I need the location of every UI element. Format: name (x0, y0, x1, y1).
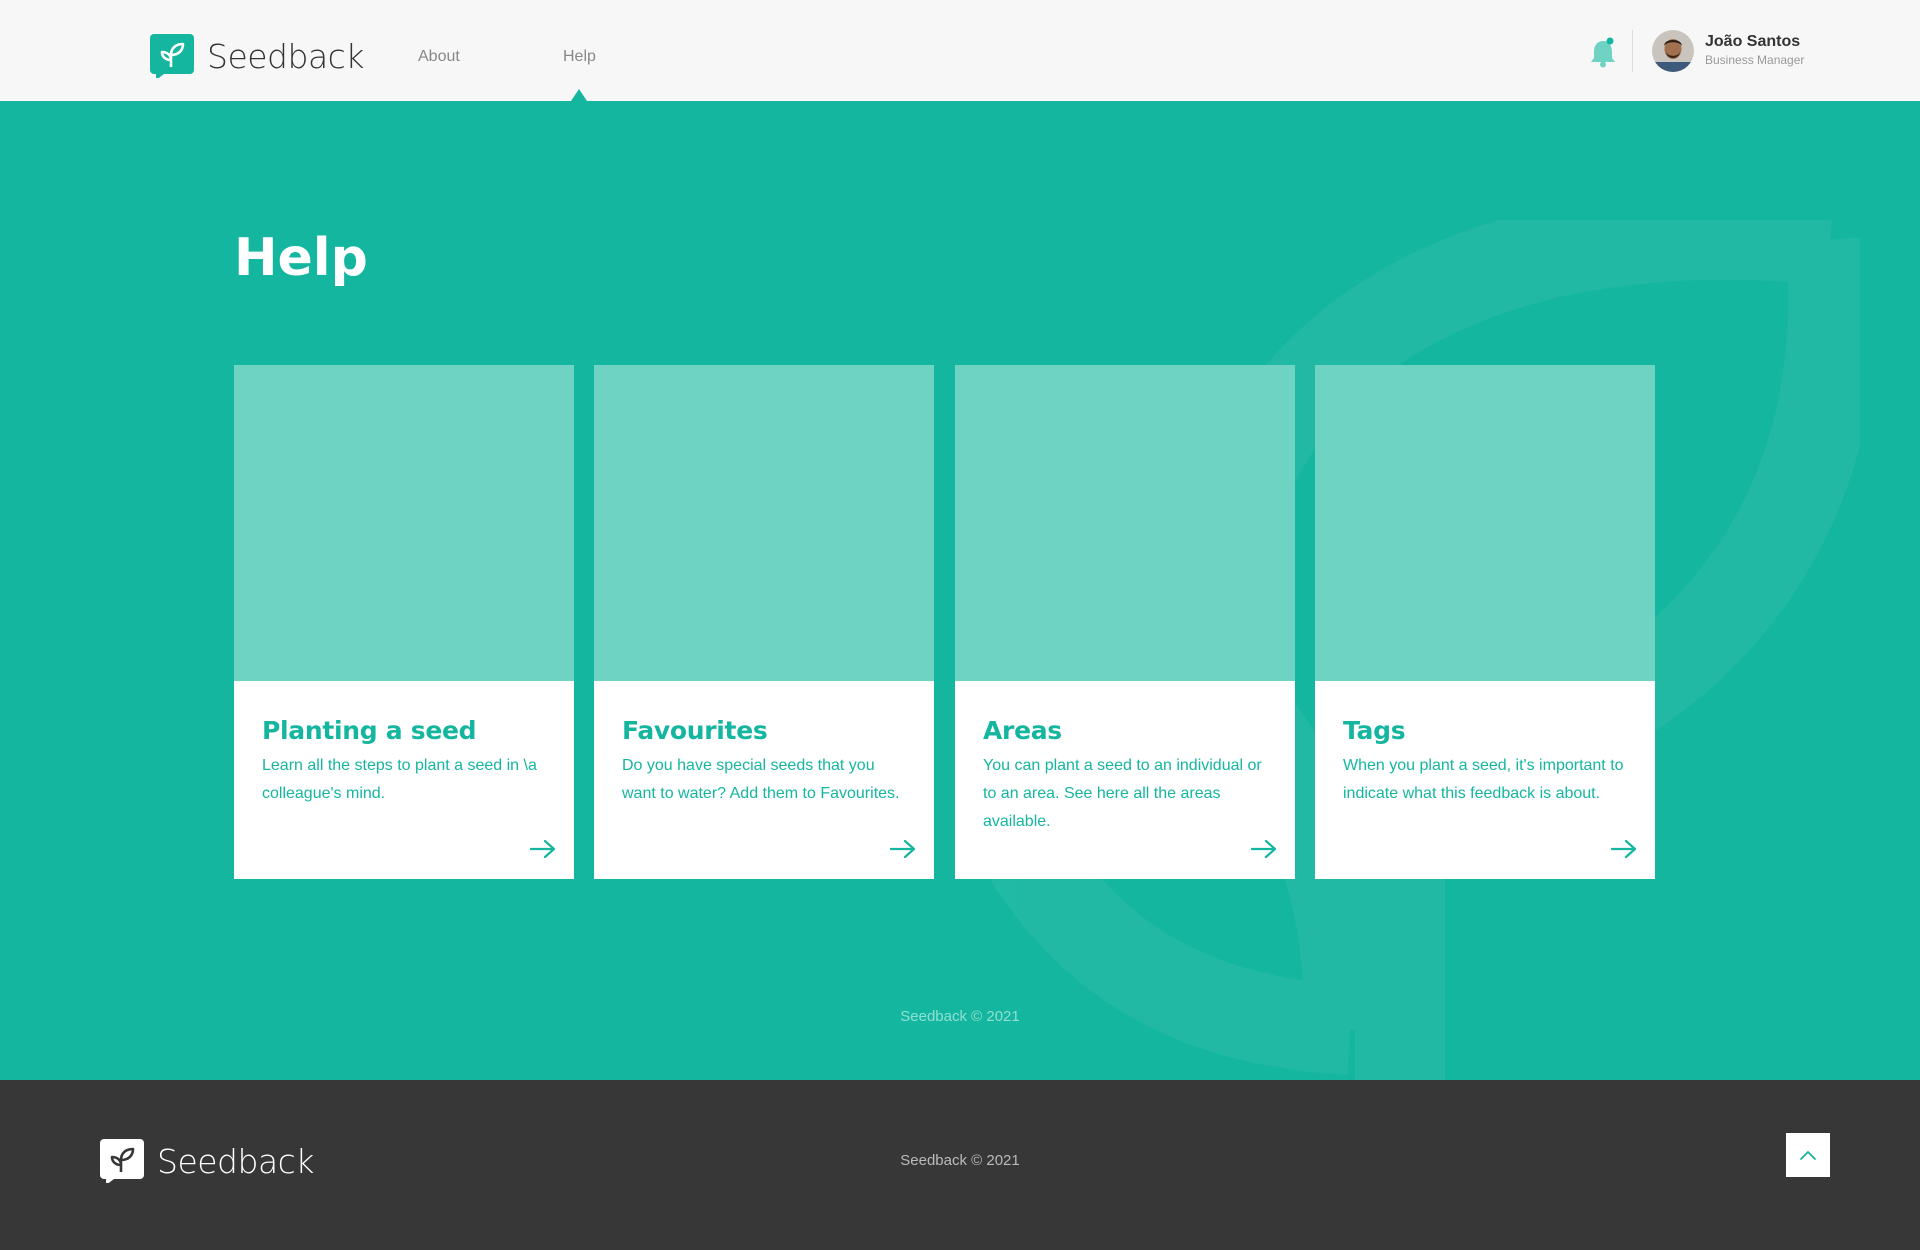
nav-item-help[interactable]: Help (563, 48, 596, 66)
card-description: You can plant a seed to an individual or… (983, 757, 1262, 830)
nav-item-about[interactable]: About (418, 48, 460, 66)
footer-copyright: Seedback © 2021 (900, 1152, 1020, 1169)
notification-bell-icon[interactable] (1590, 36, 1616, 68)
top-header: Seedback About Help João Santos Business… (0, 0, 1920, 101)
card-image-placeholder (234, 365, 574, 681)
help-card-areas[interactable]: Areas You can plant a seed to an individ… (955, 365, 1295, 879)
page-footer: Seedback Seedback © 2021 (0, 1080, 1920, 1250)
main-copyright: Seedback © 2021 (900, 1008, 1020, 1025)
card-title: Tags (1343, 716, 1406, 745)
arrow-right-icon[interactable] (530, 839, 556, 859)
active-nav-indicator (571, 89, 587, 101)
arrow-right-icon[interactable] (1251, 839, 1277, 859)
card-image-placeholder (1315, 365, 1655, 681)
avatar[interactable] (1652, 30, 1694, 72)
arrow-right-icon[interactable] (890, 839, 916, 859)
card-image-placeholder (955, 365, 1295, 681)
brand-name: Seedback (207, 36, 364, 76)
card-title: Areas (983, 716, 1062, 745)
card-description: Do you have special seeds that you want … (622, 757, 900, 802)
brand-logo[interactable]: Seedback (150, 34, 364, 78)
help-card-favourites[interactable]: Favourites Do you have special seeds tha… (594, 365, 934, 879)
card-description: When you plant a seed, it's important to… (1343, 757, 1624, 802)
help-card-tags[interactable]: Tags When you plant a seed, it's importa… (1315, 365, 1655, 879)
user-name[interactable]: João Santos (1705, 33, 1800, 51)
help-card-planting-a-seed[interactable]: Planting a seed Learn all the steps to p… (234, 365, 574, 879)
seedback-logo-icon (150, 34, 194, 78)
card-description: Learn all the steps to plant a seed in \… (262, 757, 537, 802)
card-title: Planting a seed (262, 716, 477, 745)
card-image-placeholder (594, 365, 934, 681)
chevron-up-icon (1800, 1151, 1816, 1160)
page-title: Help (234, 228, 368, 288)
user-avatar-icon (1652, 30, 1694, 72)
arrow-right-icon[interactable] (1611, 839, 1637, 859)
user-role: Business Manager (1705, 53, 1805, 67)
header-divider (1632, 30, 1633, 72)
back-to-top-button[interactable] (1786, 1133, 1830, 1177)
card-title: Favourites (622, 716, 768, 745)
